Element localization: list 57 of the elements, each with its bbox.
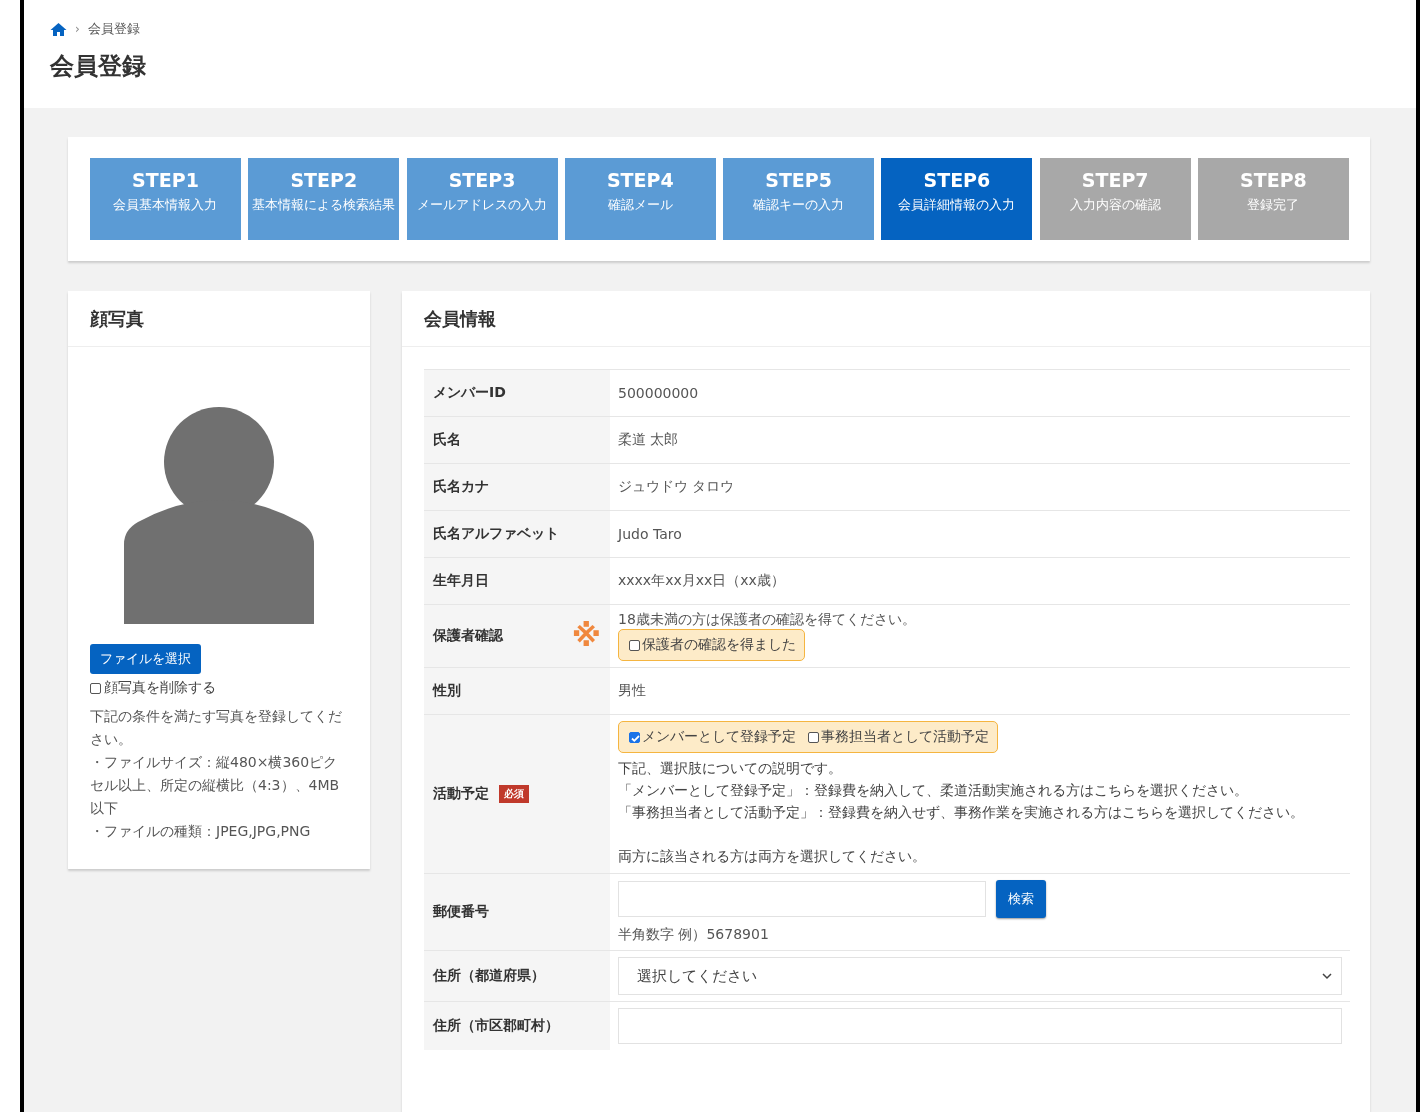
- checkbox-label[interactable]: 保護者の確認を得ました: [642, 636, 796, 654]
- checkbox[interactable]: [90, 682, 101, 694]
- postal-code-field[interactable]: [618, 881, 986, 917]
- card-title: 会員情報: [424, 306, 496, 331]
- hint-text: 半角数字 例）5678901: [618, 926, 770, 944]
- checkbox[interactable]: [808, 731, 819, 743]
- field-label: 性別: [433, 682, 461, 700]
- checkbox[interactable]: [629, 731, 640, 743]
- field-value: xxxx年xx月xx日（xx歳）: [618, 572, 785, 588]
- step-indicator: STEP8 登録完了: [1197, 158, 1349, 240]
- description-text: 「メンバーとして登録予定」：登録費を納入して、柔道活動実施される方はこちらを選択ください。: [618, 781, 1249, 800]
- field-value: 男性: [618, 682, 646, 698]
- page-title: 会員登録: [50, 51, 147, 82]
- attention-mark: ※: [571, 621, 601, 651]
- field-label: メンバーID: [433, 384, 506, 402]
- step-indicator: STEP3 メールアドレスの入力: [406, 158, 558, 240]
- card-title: 顔写真: [90, 306, 144, 331]
- breadcrumb-separator: ›: [75, 22, 80, 36]
- field-label: 住所（市区郡町村）: [433, 1017, 559, 1035]
- guardian-note: 18歳未満の方は保護者の確認を得てください。: [618, 611, 917, 629]
- field-value: ジュウドウ タロウ: [618, 478, 735, 494]
- note-text: 下記の条件を満たす写真を登録してください。: [90, 707, 343, 749]
- breadcrumb-item: 会員登録: [87, 20, 140, 38]
- choose-file-button[interactable]: ファイルを選択: [90, 644, 201, 674]
- field-label: 生年月日: [433, 572, 489, 590]
- note-text: ・ファイルの種類：JPEG,JPG,PNG: [90, 822, 312, 841]
- step-indicator: STEP5 確認キーの入力: [723, 158, 875, 240]
- search-button[interactable]: 検索: [996, 880, 1046, 918]
- field-value: Judo Taro: [618, 526, 682, 542]
- home-icon[interactable]: [50, 21, 67, 37]
- field-label: 氏名: [433, 431, 461, 449]
- description-text: 下記、選択肢についての説明です。: [618, 759, 843, 778]
- field-label: 保護者確認: [433, 627, 503, 645]
- field-value: 柔道 太郎: [618, 431, 679, 447]
- description-text: 両方に該当される方は両方を選択してください。: [618, 847, 927, 866]
- checkbox-label[interactable]: 事務担当者として活動予定: [821, 728, 989, 746]
- step-indicator: STEP7 入力内容の確認: [1039, 158, 1191, 240]
- field-label: 氏名カナ: [433, 478, 489, 496]
- prefecture-select[interactable]: 選択してください: [618, 957, 1342, 995]
- description-text: 「事務担当者として活動予定」：登録費を納入せず、事務作業を実施される方はこちらを選択してください。: [618, 803, 1305, 822]
- field-label: 氏名アルファベット: [433, 525, 559, 543]
- field-label: 郵便番号: [433, 903, 489, 921]
- field-label: 活動予定: [433, 785, 489, 803]
- field-label: 住所（都道府県）: [433, 967, 545, 985]
- step-indicator: STEP6 会員詳細情報の入力: [881, 158, 1033, 240]
- avatar-icon: [124, 404, 314, 624]
- caret-icon: [1321, 972, 1333, 980]
- step-indicator: STEP2 基本情報による検索結果: [248, 158, 400, 240]
- checkbox-label[interactable]: 顔写真を削除する: [104, 679, 216, 697]
- field-value: 500000000: [618, 385, 699, 401]
- note-text: ・ファイルサイズ：縦480×横360ピクセル以上、所定の縦横比（4:3）、4MB 以下: [90, 753, 341, 818]
- step-indicator: STEP4 確認メール: [564, 158, 716, 240]
- checkbox[interactable]: [629, 639, 640, 651]
- step-indicator: STEP1 会員基本情報入力: [90, 158, 241, 240]
- required-badge: 必須: [499, 785, 529, 803]
- checkbox-label[interactable]: メンバーとして登録予定: [642, 728, 796, 746]
- input-field[interactable]: [618, 1008, 1342, 1044]
